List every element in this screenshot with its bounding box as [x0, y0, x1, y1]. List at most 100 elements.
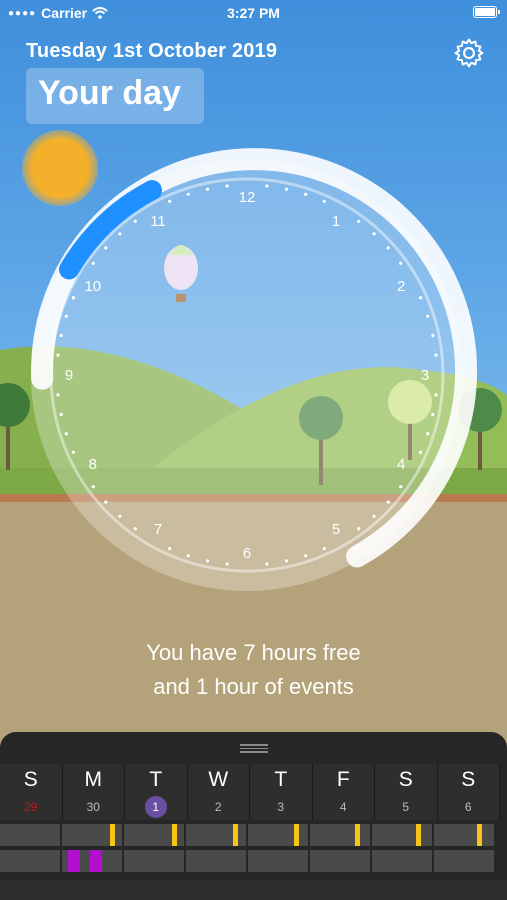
- now-marker: [294, 824, 299, 846]
- day-letter: T: [149, 768, 163, 791]
- now-marker: [355, 824, 360, 846]
- clock-tick: [434, 393, 438, 397]
- clock-tick: [372, 514, 376, 518]
- track-cell: [434, 824, 494, 846]
- day-letter: F: [336, 768, 350, 791]
- summary: You have 7 hours free and 1 hour of even…: [0, 636, 507, 704]
- clock-tick: [104, 500, 108, 504]
- clock-tick: [133, 219, 137, 223]
- clock-tick: [205, 559, 210, 563]
- page-title: Your day: [38, 74, 181, 112]
- day-date: 3: [277, 800, 285, 814]
- clock-tick: [434, 353, 438, 357]
- summary-line-1: You have 7 hours free: [146, 640, 361, 665]
- clock-tick: [322, 199, 326, 203]
- week-panel[interactable]: S 29 M 30 T1 W2 T3 F4 S5 S6: [0, 732, 507, 900]
- clock-tick: [372, 232, 376, 236]
- clock-tick: [71, 296, 75, 300]
- clock-tick: [118, 232, 122, 236]
- clock-tick: [71, 450, 75, 454]
- day-date: 2: [214, 800, 222, 814]
- clock-tick: [91, 485, 95, 489]
- clock-tick: [386, 500, 390, 504]
- track-cell: [248, 824, 308, 846]
- clock-tick: [225, 184, 229, 188]
- day-date: 4: [339, 800, 347, 814]
- clock-tick: [399, 485, 403, 489]
- event-block[interactable]: [68, 850, 80, 872]
- event-block[interactable]: [90, 850, 102, 872]
- day-sun[interactable]: S 29: [0, 764, 63, 820]
- track-cell: [124, 850, 184, 872]
- day-sun-next[interactable]: S6: [437, 764, 500, 820]
- day-letter: S: [23, 768, 38, 791]
- clock-tick: [91, 261, 95, 265]
- now-marker: [110, 824, 115, 846]
- clock-tick: [186, 554, 190, 558]
- day-mon[interactable]: M 30: [62, 764, 125, 820]
- clock-number: 1: [332, 213, 340, 230]
- clock-tick: [64, 432, 68, 436]
- track-cell: [0, 824, 60, 846]
- track-cell: [434, 850, 494, 872]
- track-cell: [0, 850, 60, 872]
- clock-tick: [322, 547, 326, 551]
- clock-number: 5: [332, 521, 340, 538]
- status-time: 3:27 PM: [227, 5, 280, 21]
- clock-number: 4: [397, 456, 405, 473]
- clock-number: 7: [154, 521, 162, 538]
- day-fri[interactable]: F4: [312, 764, 375, 820]
- track-free-time: [0, 824, 507, 846]
- day-letter: T: [274, 768, 288, 791]
- panel-footer: [0, 880, 507, 900]
- track-cell: [186, 850, 246, 872]
- day-sat[interactable]: S5: [375, 764, 438, 820]
- clock-tick: [304, 554, 308, 558]
- clock-number: 11: [150, 213, 166, 230]
- sun: [22, 130, 98, 206]
- clock-tick: [56, 353, 60, 357]
- clock-tick: [225, 562, 229, 566]
- clock-tick: [265, 562, 269, 566]
- clock-tick: [304, 192, 308, 196]
- clock-tick: [168, 199, 172, 203]
- day-letter: M: [84, 768, 103, 791]
- clock-number: 9: [65, 367, 73, 384]
- drag-handle[interactable]: [240, 744, 268, 753]
- clock-tick: [118, 514, 122, 518]
- clock-tick: [426, 432, 430, 436]
- clock-number: 8: [89, 456, 97, 473]
- battery-icon: [473, 6, 500, 18]
- clock-tick: [205, 187, 210, 191]
- clock-tick: [265, 184, 269, 188]
- status-bar: ●●●● Carrier 3:27 PM: [0, 0, 507, 26]
- now-marker: [233, 824, 238, 846]
- day-tue[interactable]: T1: [125, 764, 188, 820]
- track-events: [0, 850, 507, 872]
- track-cell: [372, 850, 432, 872]
- day-letter: W: [208, 768, 229, 791]
- clock-tick: [104, 246, 108, 250]
- track-cell: [372, 824, 432, 846]
- clock-tick: [399, 261, 403, 265]
- track-cell: [310, 824, 370, 846]
- day-date: 5: [402, 800, 410, 814]
- day-date: 6: [464, 800, 472, 814]
- week-days: S 29 M 30 T1 W2 T3 F4 S5 S6: [0, 764, 507, 820]
- clock-tick: [168, 547, 172, 551]
- title-box: Your day: [26, 68, 204, 124]
- day-wed[interactable]: W2: [187, 764, 250, 820]
- gear-icon[interactable]: [452, 36, 486, 70]
- timeline-tracks: [0, 824, 507, 876]
- clock-tick: [59, 412, 63, 417]
- clock-tick: [133, 527, 137, 531]
- clock-number: 10: [84, 278, 101, 295]
- clock-tick: [59, 333, 63, 338]
- clock-number: 3: [421, 367, 429, 384]
- day-letter: S: [461, 768, 476, 791]
- day-date: 30: [86, 800, 100, 814]
- day-thu[interactable]: T3: [250, 764, 313, 820]
- clock-tick: [419, 450, 423, 454]
- day-date: 29: [24, 800, 38, 814]
- clock-tick: [431, 412, 435, 417]
